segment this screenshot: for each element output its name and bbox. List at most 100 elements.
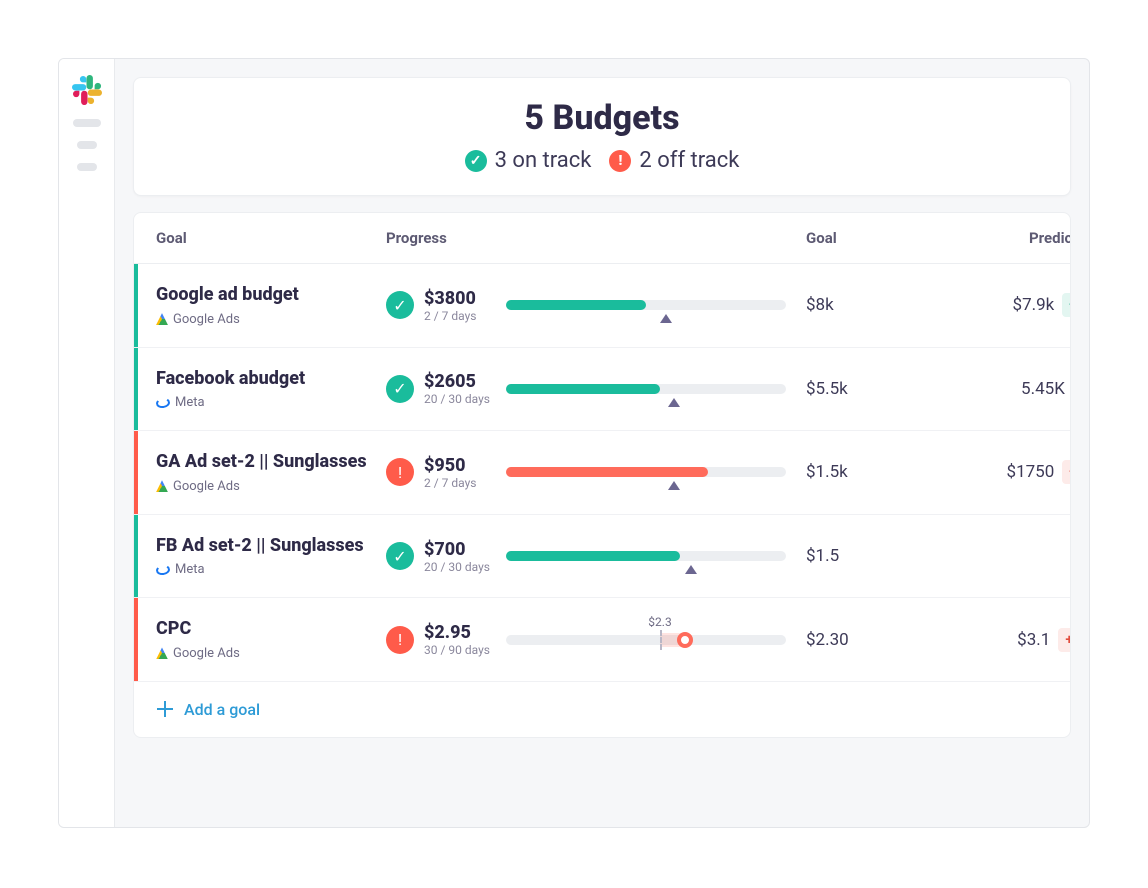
progress-days: 30 / 90 days — [424, 643, 490, 657]
goal-cell: Google ad budget Google Ads — [156, 284, 386, 327]
goal-cell: GA Ad set-2 || Sunglasses Google Ads — [156, 451, 386, 494]
goal-value: $8k — [806, 295, 916, 315]
warning-icon: ! — [609, 150, 631, 172]
bar-cell — [506, 551, 806, 561]
predicted-value: $1750 — [1007, 462, 1055, 482]
bar-cell: $2.3 — [506, 635, 806, 645]
target-label: $2.3 — [648, 615, 671, 629]
check-icon: ✓ — [386, 542, 414, 570]
meta-icon — [155, 397, 170, 409]
off-track-count: 2 off track — [639, 148, 739, 173]
table-row[interactable]: GA Ad set-2 || Sunglasses Google Ads! $950… — [134, 431, 1070, 515]
goal-source: Google Ads — [156, 479, 386, 494]
check-icon: ✓ — [386, 375, 414, 403]
table-row[interactable]: FB Ad set-2 || Sunglasses Meta✓ $70020 / 3… — [134, 515, 1070, 599]
marker-icon — [668, 398, 680, 407]
goal-source: Meta — [156, 562, 386, 577]
slack-icon — [72, 75, 102, 105]
goal-source: Google Ads — [156, 646, 386, 661]
progress-bar — [506, 467, 786, 477]
progress-value: $2.95 — [424, 622, 490, 643]
predicted-cell: $1.5 — [916, 546, 1071, 566]
check-icon: ✓ — [465, 150, 487, 172]
progress-days: 20 / 30 days — [424, 560, 490, 574]
check-icon: ✓ — [386, 291, 414, 319]
goal-value: $5.5k — [806, 379, 916, 399]
table-row[interactable]: CPC Google Ads! $2.9530 / 90 days $2.3 $2.30… — [134, 598, 1070, 682]
col-progress: Progress — [386, 229, 806, 247]
goal-name: GA Ad set-2 || Sunglasses — [156, 451, 386, 473]
meta-icon — [155, 564, 170, 576]
progress-bar — [506, 551, 786, 561]
progress-value: $950 — [424, 455, 476, 476]
progress-cell: ✓ $38002 / 7 days — [386, 288, 506, 323]
warning-icon: ! — [386, 458, 414, 486]
sidebar-rail — [59, 59, 115, 827]
marker-icon — [660, 314, 672, 323]
main-content: 5 Budgets ✓ 3 on track ! 2 off track Goa… — [115, 59, 1089, 827]
progress-bar: $2.3 — [506, 635, 786, 645]
warning-icon: ! — [386, 626, 414, 654]
sidebar-placeholder — [77, 141, 97, 149]
bar-cell — [506, 300, 806, 310]
progress-value: $3800 — [424, 288, 476, 309]
progress-cell: ✓$260520 / 30 days — [386, 371, 506, 406]
table-row[interactable]: Google ad budget Google Ads✓ $38002 / 7 da… — [134, 264, 1070, 348]
progress-cell: ✓ $70020 / 30 days — [386, 539, 506, 574]
budgets-table: Goal Progress Goal Predicted i Google ad… — [133, 212, 1071, 738]
marker-icon — [668, 481, 680, 490]
predicted-cell: $1750+$250 — [916, 460, 1071, 484]
plus-icon — [156, 700, 174, 718]
goal-cell: FB Ad set-2 || Sunglasses Meta — [156, 535, 386, 578]
progress-value: $2605 — [424, 371, 490, 392]
progress-bar — [506, 384, 786, 394]
predicted-cell: 5.45K-$50 — [916, 377, 1071, 401]
bar-cell — [506, 467, 806, 477]
on-track-count: 3 on track — [495, 148, 592, 173]
sidebar-placeholder — [77, 163, 97, 171]
google-ads-icon — [156, 647, 168, 659]
goal-source: Meta — [156, 395, 386, 410]
on-track-chip: ✓ 3 on track — [465, 148, 592, 173]
target-tick — [660, 630, 662, 650]
predicted-cell: $3.1 +$0.80 — [916, 628, 1071, 652]
progress-days: 2 / 7 days — [424, 309, 476, 323]
goal-name: Google ad budget — [156, 284, 386, 306]
page-title: 5 Budgets — [152, 98, 1052, 138]
goal-name: FB Ad set-2 || Sunglasses — [156, 535, 386, 557]
goal-cell: Facebook abudget Meta — [156, 368, 386, 411]
predicted-value: $3.1 — [1017, 630, 1050, 650]
goal-value: $1.5k — [806, 462, 916, 482]
header-card: 5 Budgets ✓ 3 on track ! 2 off track — [133, 77, 1071, 196]
goal-cell: CPC Google Ads — [156, 618, 386, 661]
delta-badge: +$0.80 — [1058, 628, 1071, 652]
app-frame: 5 Budgets ✓ 3 on track ! 2 off track Goa… — [58, 58, 1090, 828]
progress-value: $700 — [424, 539, 490, 560]
table-header: Goal Progress Goal Predicted i — [134, 213, 1070, 264]
col-goal-value: Goal — [806, 229, 916, 247]
progress-cell: ! $9502 / 7 days — [386, 455, 506, 490]
table-row[interactable]: Facebook abudgetMeta✓$260520 / 30 days$5… — [134, 348, 1070, 432]
predicted-value: 5.45K — [1021, 379, 1065, 399]
col-predicted: Predicted i — [916, 229, 1071, 247]
current-dot-icon — [677, 632, 693, 648]
progress-cell: ! $2.9530 / 90 days — [386, 622, 506, 657]
col-goal: Goal — [156, 229, 386, 247]
sidebar-placeholder — [73, 119, 101, 127]
goal-value: $2.30 — [806, 630, 916, 650]
predicted-value: $7.9k — [1013, 295, 1055, 315]
progress-bar — [506, 300, 786, 310]
off-track-chip: ! 2 off track — [609, 148, 739, 173]
goal-name: CPC — [156, 618, 386, 640]
progress-days: 2 / 7 days — [424, 476, 476, 490]
predicted-cell: $7.9k +$100 — [916, 293, 1071, 317]
goal-value: $1.5 — [806, 546, 916, 566]
goal-source: Google Ads — [156, 312, 386, 327]
goal-name: Facebook abudget — [156, 368, 386, 390]
delta-badge: +$100 — [1062, 293, 1071, 317]
google-ads-icon — [156, 313, 168, 325]
marker-icon — [685, 565, 697, 574]
add-goal-button[interactable]: Add a goal — [134, 682, 1070, 737]
bar-cell — [506, 384, 806, 394]
header-summary: ✓ 3 on track ! 2 off track — [152, 148, 1052, 173]
